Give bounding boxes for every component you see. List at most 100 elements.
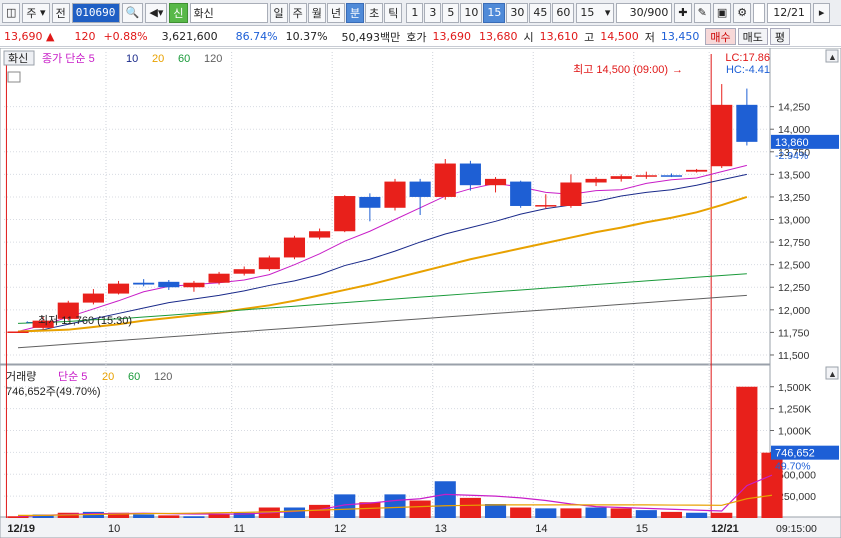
x-tick-label: 13 [435,523,447,535]
volume-bar [660,511,683,518]
volume-bar [283,507,306,518]
candle-body [133,282,155,285]
current-price-label: 13,860 [775,137,809,149]
x-tick-label: 10 [108,523,120,535]
candle-body [610,176,632,179]
market-select[interactable]: 주 ▾ [22,2,50,23]
candle-body [635,175,657,177]
lc-label: LC:17.86 [725,52,770,64]
volume-bar [459,497,481,518]
price-tick-label: 11,750 [778,327,809,339]
period-tab-2[interactable]: 월 [307,2,326,23]
sell-button[interactable]: 매도 [737,28,768,45]
search-icon[interactable]: 🔍 [121,2,144,23]
date-checkbox[interactable] [753,2,766,23]
volume-legend-item: 120 [154,371,172,383]
price-tick-label: 11,500 [778,350,809,362]
period-tab-0[interactable]: 일 [269,2,288,23]
volume-bar [434,481,456,518]
volume-bar [158,515,180,518]
volume-tick-label: 1,000K [778,426,811,438]
volume-scroll-icon: ▲ [828,369,837,379]
candle-body [459,163,481,186]
price-legend-item: 120 [204,53,222,65]
settings-icon[interactable]: ⚙ [733,2,752,23]
interval-tab-4[interactable]: 15 [483,2,506,23]
x-tick-label: 11 [234,523,245,535]
current-volume-pct: 49.70% [775,461,811,473]
low-note-arrow: ← [24,315,35,327]
price-tick-label: 14,250 [778,102,810,114]
candle-body [409,181,431,197]
count-field[interactable]: 30/900 [616,2,673,23]
volume-bar [585,507,607,518]
candle-body [384,181,406,208]
period-tab-6[interactable]: 틱 [384,2,403,23]
x-tick-label: 15 [636,523,648,535]
period-tab-3[interactable]: 년 [326,2,345,23]
hoga-label: 호가 [406,30,427,44]
interval-tab-0[interactable]: 1 [406,2,424,23]
credit-badge: 신 [169,2,188,23]
date-field[interactable]: 12/21 [767,2,812,23]
open-price: 13,610 [539,30,579,43]
stock-chart[interactable]: 11,500 11,750 12,000 12,250 12,500 12,750 13,0… [0,48,841,538]
candle-body [208,273,230,283]
interval-select[interactable]: 15 ▾ [576,2,615,23]
interval-tab-6[interactable]: 45 [529,2,552,23]
hoga-1: 13,690 [432,30,472,43]
x-tick-label: 12/21 [711,523,739,535]
period-tabs: 일주월년분초틱 [269,2,403,23]
volume-bar [183,516,205,518]
x-tick-label: 14 [535,523,547,535]
price-legend-item: 60 [178,53,190,65]
interval-tab-3[interactable]: 10 [460,2,483,23]
stock-name-field[interactable]: 화신 [189,2,268,23]
price-tick-label: 14,000 [778,124,810,136]
interval-tab-1[interactable]: 3 [424,2,442,23]
volume-legend-item: 60 [128,371,140,383]
volume-bar [711,512,733,518]
candle-body [258,257,280,270]
current-volume-label: 746,652 [775,448,815,460]
drawing-icon[interactable]: ✎ [693,2,711,23]
layout-icon[interactable]: ◫ [2,2,21,23]
volume-bar [484,504,507,518]
price-tick-label: 13,000 [778,215,810,227]
speaker-icon[interactable]: ◀▾ [145,2,168,23]
candle-body [334,196,356,232]
candle-body [434,163,456,197]
volume-legend-item: 20 [102,371,114,383]
crosshair-icon[interactable]: ✚ [674,2,692,23]
candle-body [233,269,255,274]
price-tick-label: 12,000 [778,305,810,317]
next-icon[interactable]: ▸ [813,2,831,23]
hc-label: HC:-4.41 [726,64,770,76]
period-tab-1[interactable]: 주 [288,2,307,23]
period-tab-4[interactable]: 분 [346,2,365,23]
interval-tabs: 1 3 5 10 15 30 45 60 [406,2,575,23]
more-button[interactable]: 평 [769,28,791,45]
period-tab-5[interactable]: 초 [365,2,384,23]
candle-body [510,181,532,206]
prev-button[interactable]: 전 [51,2,70,23]
candle-body [484,178,507,186]
candle-body [309,231,331,238]
up-arrow-icon: ▲ [46,30,55,43]
interval-tab-5[interactable]: 30 [506,2,529,23]
interval-tab-2[interactable]: 5 [442,2,460,23]
interval-tab-7[interactable]: 60 [552,2,575,23]
candle-body [359,196,381,208]
price-change-pct: +0.88% [103,30,148,43]
volume-tick-label: 250,000 [778,491,816,503]
buy-button[interactable]: 매수 [705,28,736,45]
price-tick-label: 12,750 [778,237,810,249]
volume-bar [610,508,632,518]
current-price: 13,690 ▲ [4,30,55,43]
save-icon[interactable]: ▣ [712,2,732,23]
candle-body [585,178,607,183]
chart-toolbar: ◫ 주 ▾ 전 010690 🔍 ◀▾ 신 화신 일주월년분초틱 1 3 5 10 15… [0,0,841,26]
volume-bar [133,514,155,518]
high-note: 최고 14,500 (09:00) [573,63,668,76]
stock-code-input[interactable]: 010690 [71,2,120,23]
